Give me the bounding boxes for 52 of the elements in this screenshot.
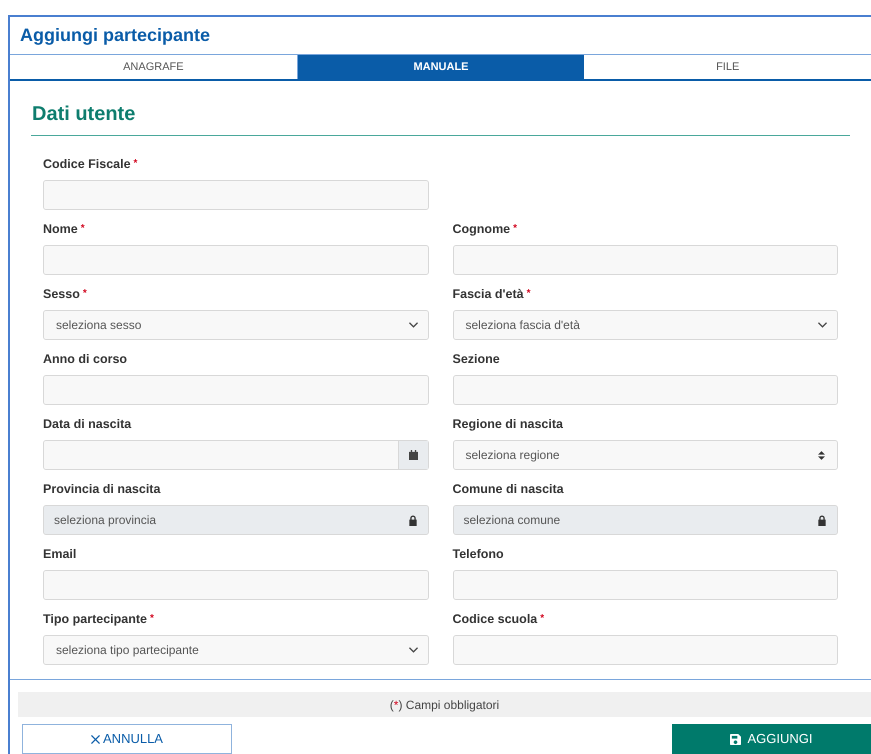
placeholder-text: seleziona fascia d'età: [466, 317, 581, 334]
field-label: Sesso *: [43, 286, 87, 303]
input-field[interactable]: [43, 570, 428, 600]
sort-icon: [818, 450, 825, 460]
input-field[interactable]: [43, 245, 428, 275]
field-label: Cognome *: [452, 221, 518, 238]
close-icon: [91, 734, 100, 744]
cancel-button[interactable]: ANNULLA: [22, 724, 232, 754]
field-label: Sezione: [452, 351, 500, 368]
placeholder-text: seleziona comune: [464, 512, 562, 529]
field-label: Email: [43, 546, 76, 563]
required-fields-note: (*) Campi obbligatori: [390, 696, 500, 714]
input-field[interactable]: [452, 375, 838, 405]
chevron-down-icon: [818, 322, 827, 328]
field-label: Provincia di nascita: [43, 481, 160, 498]
lock-icon: [408, 514, 418, 526]
locked-field[interactable]: seleziona comune: [452, 505, 838, 535]
field-label: Data di nascita: [43, 416, 132, 433]
input-field[interactable]: [43, 180, 428, 210]
input-field[interactable]: [43, 375, 428, 405]
section-title: Dati utente: [31, 102, 136, 127]
placeholder-text: seleziona tipo partecipante: [56, 642, 200, 659]
add-button[interactable]: AGGIUNGI: [672, 724, 871, 754]
calendar-button[interactable]: [398, 441, 428, 469]
chevron-down-icon: [408, 647, 418, 653]
select-field[interactable]: seleziona sesso: [43, 310, 428, 340]
field-label: Comune di nascita: [452, 481, 564, 498]
placeholder-text: seleziona regione: [466, 447, 561, 464]
select-field[interactable]: seleziona tipo partecipante: [43, 635, 428, 665]
field-label: Codice scuola *: [452, 611, 544, 628]
input-field[interactable]: [452, 635, 838, 665]
field-label: Regione di nascita: [452, 416, 563, 433]
chevron-down-icon: [408, 322, 418, 328]
input-field[interactable]: [452, 245, 838, 275]
placeholder-text: seleziona provincia: [54, 512, 158, 529]
save-icon: [730, 734, 742, 744]
select-field[interactable]: seleziona fascia d'età: [452, 310, 838, 340]
field-label: Fascia d'età *: [452, 286, 530, 303]
calendar-icon: [408, 450, 418, 460]
locked-field[interactable]: seleziona provincia: [43, 505, 428, 535]
lock-icon: [817, 514, 827, 526]
field-label: Codice Fiscale *: [43, 156, 138, 173]
dialog-title: Aggiungi partecipante: [20, 24, 210, 48]
field-label: Telefono: [452, 546, 504, 563]
select-field[interactable]: seleziona regione: [452, 440, 838, 470]
field-label: Tipo partecipante *: [43, 611, 154, 628]
field-label: Nome *: [43, 221, 85, 238]
placeholder-text: seleziona sesso: [56, 317, 142, 334]
date-field[interactable]: [43, 440, 428, 470]
input-field[interactable]: [452, 570, 838, 600]
field-label: Anno di corso: [43, 351, 128, 368]
tab[interactable]: MANUALE: [298, 55, 584, 79]
